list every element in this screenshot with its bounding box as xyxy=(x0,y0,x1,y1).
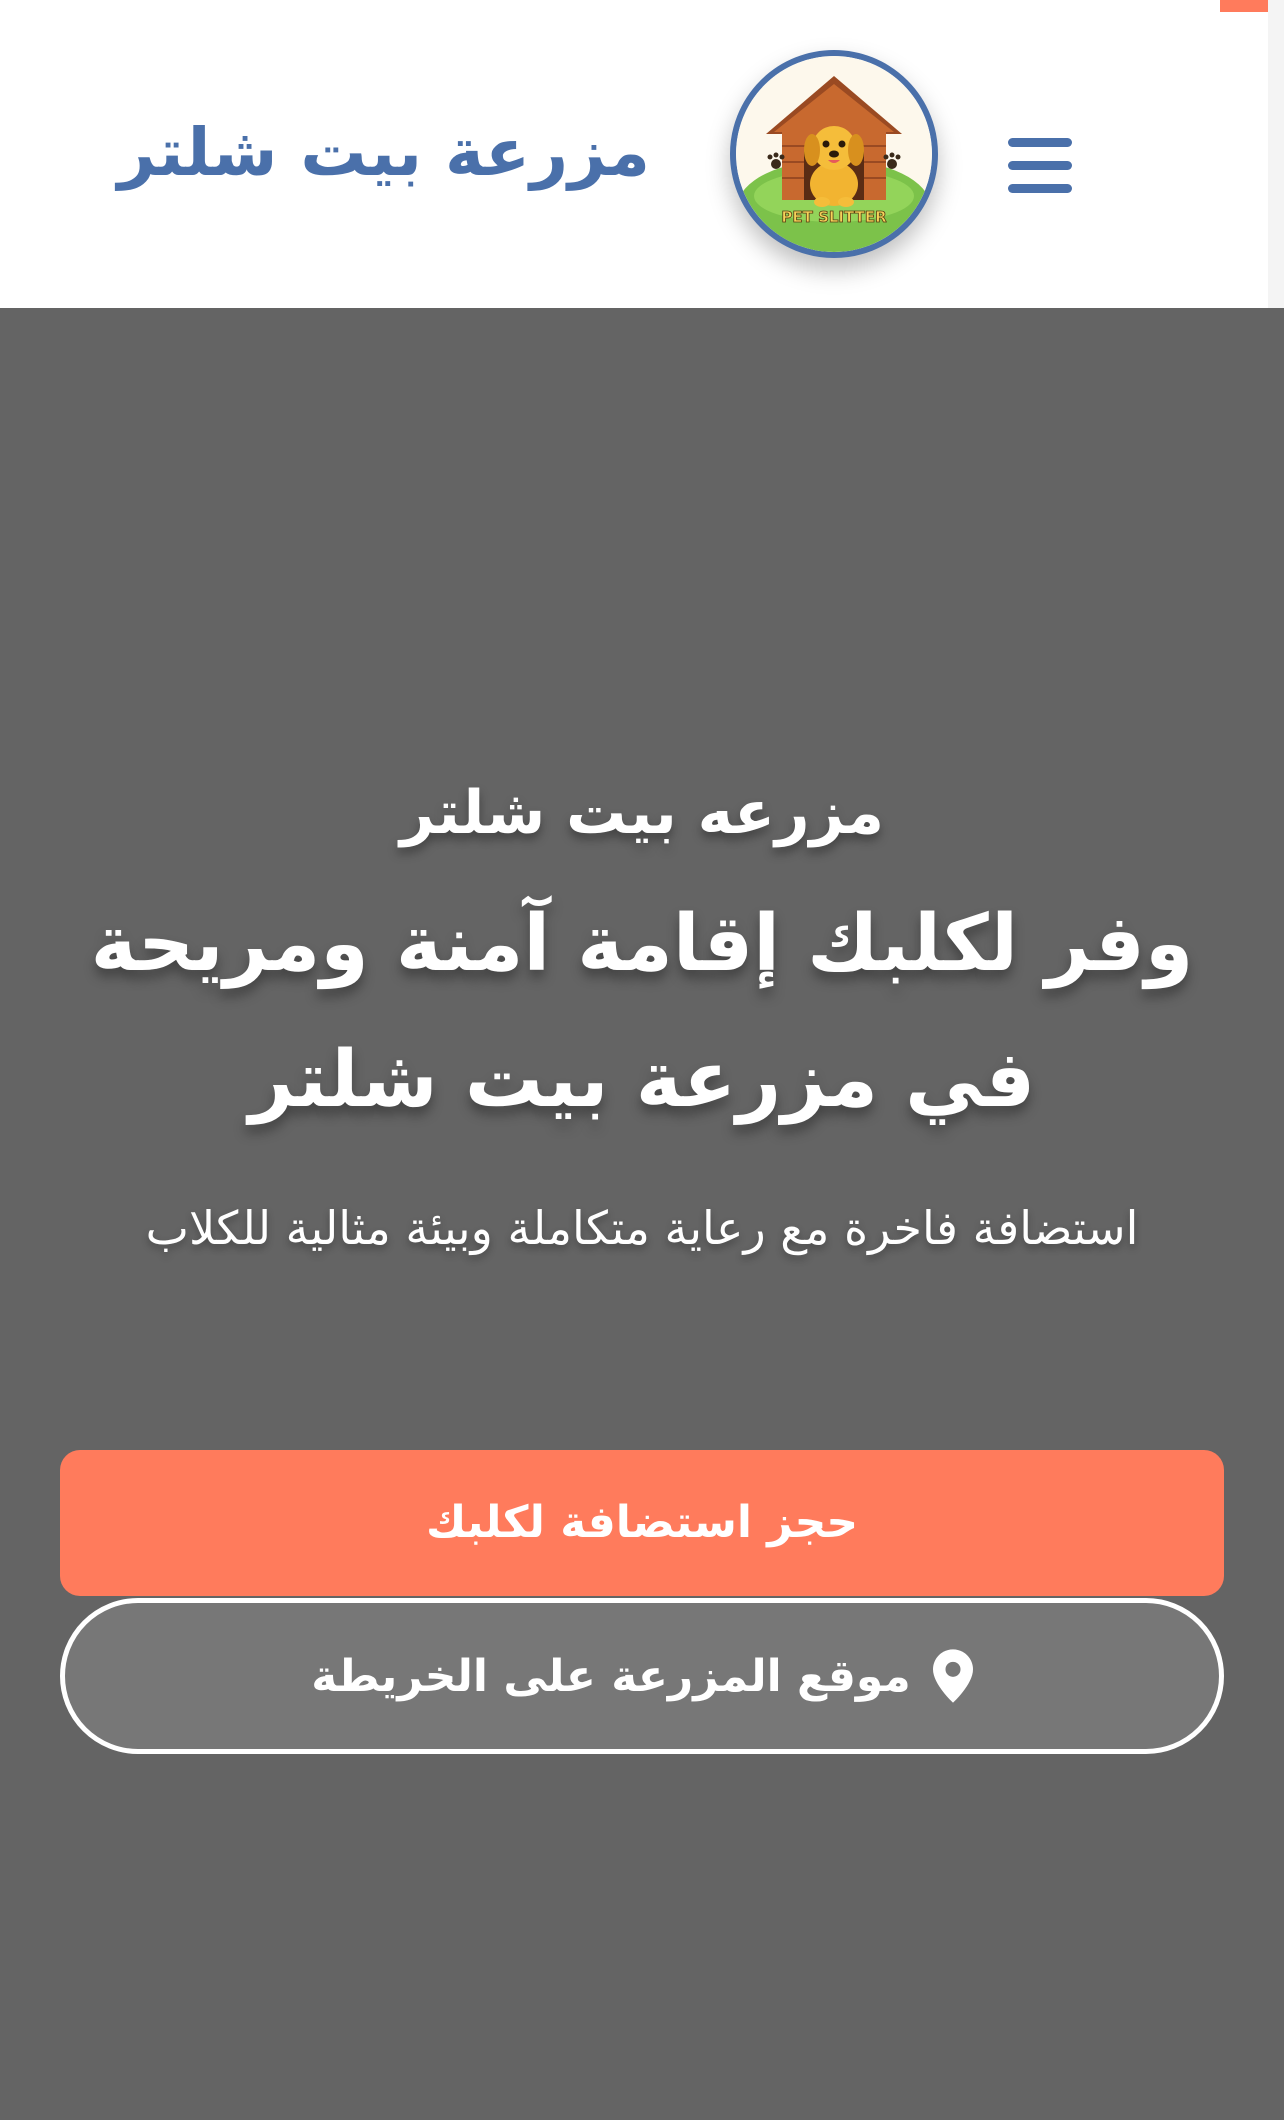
accent-corner xyxy=(1220,0,1268,12)
brand-title[interactable]: مزرعة بيت شلتر xyxy=(118,108,650,198)
dog-house-logo-icon: PET SLITTER xyxy=(736,56,932,252)
page: مزرعة بيت شلتر PET SLITTER مزرعه بيت شلت… xyxy=(0,0,1284,2120)
hero-subheading: استضافة فاخرة مع رعاية متكاملة وبيئة مثا… xyxy=(145,1201,1139,1255)
menu-bar xyxy=(1008,161,1072,170)
farm-location-map-button[interactable]: موقع المزرعة على الخريطة xyxy=(60,1598,1224,1754)
logo[interactable]: PET SLITTER xyxy=(730,50,938,258)
hamburger-menu-icon[interactable] xyxy=(1008,138,1076,198)
site-header: مزرعة بيت شلتر PET SLITTER xyxy=(0,0,1284,308)
menu-bar xyxy=(1008,138,1072,147)
svg-text:PET SLITTER: PET SLITTER xyxy=(781,208,887,226)
map-pin-icon xyxy=(932,1649,973,1703)
hero-section: مزرعه بيت شلتر وفر لكلبك إقامة آمنة ومري… xyxy=(0,308,1284,2120)
hero-heading: وفر لكلبك إقامة آمنة ومريحة في مزرعة بيت… xyxy=(90,899,1194,1125)
map-button-label: موقع المزرعة على الخريطة xyxy=(311,1650,911,1702)
hero-kicker: مزرعه بيت شلتر xyxy=(399,778,884,848)
menu-bar xyxy=(1008,184,1072,193)
book-stay-button[interactable]: حجز استضافة لكلبك xyxy=(60,1450,1224,1596)
